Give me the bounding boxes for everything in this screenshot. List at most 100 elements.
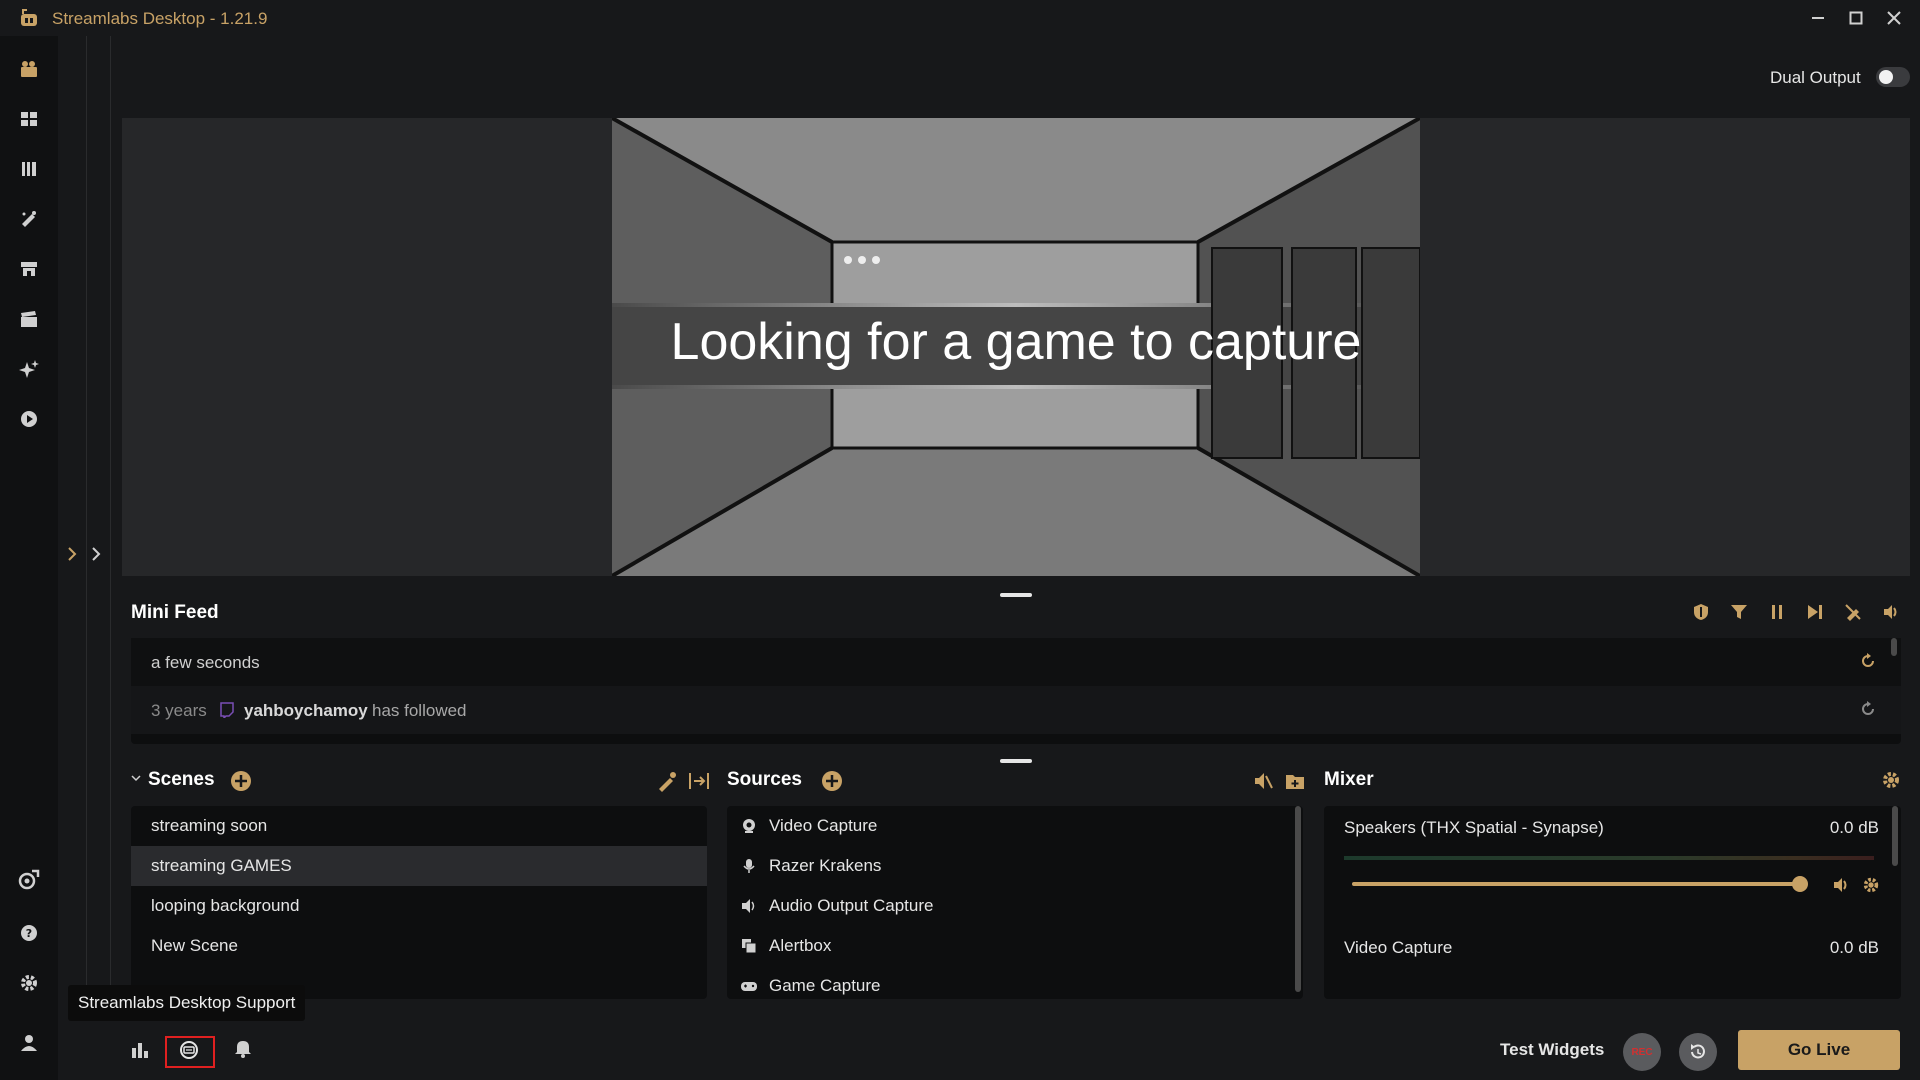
- play-icon[interactable]: [16, 406, 42, 432]
- dual-output-toggle[interactable]: [1876, 67, 1910, 87]
- title-bar: Streamlabs Desktop - 1.21.9: [0, 0, 1920, 36]
- mute-channel-icon[interactable]: [1832, 876, 1850, 894]
- skip-icon[interactable]: [1804, 601, 1826, 623]
- feed-time: 3 years: [151, 701, 207, 720]
- record-button[interactable]: REC: [1623, 1033, 1661, 1071]
- scene-item[interactable]: looping background: [131, 886, 707, 926]
- alertbox-icon: [739, 938, 759, 954]
- scenes-title: Scenes: [148, 769, 215, 790]
- filter-icon[interactable]: [1728, 601, 1750, 623]
- mute-sources-icon[interactable]: [1252, 770, 1274, 792]
- resize-handle[interactable]: [1000, 593, 1032, 597]
- microphone-icon: [739, 858, 759, 874]
- layout-editor-icon[interactable]: [16, 106, 42, 132]
- source-item[interactable]: Game Capture: [727, 966, 1303, 999]
- replay-alert-icon[interactable]: [1859, 652, 1877, 670]
- mixer-channel-db: 0.0 dB: [1829, 818, 1879, 837]
- streamlabs-logo-icon: [18, 8, 40, 28]
- mixer-title: Mixer: [1324, 769, 1374, 790]
- settings-icon[interactable]: [16, 970, 42, 996]
- store-icon[interactable]: [16, 256, 42, 282]
- twitch-icon: [219, 702, 235, 718]
- add-folder-icon[interactable]: [1284, 770, 1306, 792]
- editor-icon[interactable]: [16, 56, 42, 82]
- left-navigation: ?: [0, 36, 58, 1080]
- scrollbar[interactable]: [1891, 638, 1897, 656]
- scene-item[interactable]: New Scene: [131, 926, 707, 966]
- volume-meter: [1344, 856, 1874, 860]
- scene-label: looping background: [151, 896, 300, 915]
- feed-username: yahboychamoy: [244, 701, 368, 720]
- scrollbar[interactable]: [1892, 806, 1898, 866]
- mixer-channel-name: Video Capture: [1344, 938, 1453, 957]
- scene-label: streaming soon: [151, 816, 268, 835]
- mute-alert-icon[interactable]: [1842, 601, 1864, 623]
- source-label: Razer Krakens: [769, 856, 882, 875]
- stats-icon[interactable]: [130, 1040, 150, 1060]
- gamepad-icon: [739, 979, 759, 993]
- speaker-icon: [739, 898, 759, 914]
- dual-output-label: Dual Output: [1770, 68, 1861, 87]
- feed-action: has followed: [372, 701, 467, 720]
- scene-label: New Scene: [151, 936, 238, 955]
- volume-slider-track[interactable]: [1352, 882, 1800, 886]
- source-label: Game Capture: [769, 976, 881, 995]
- list-item[interactable]: a few seconds: [131, 638, 1901, 686]
- nav-divider: [86, 36, 87, 1016]
- source-item[interactable]: Alertbox: [727, 926, 1303, 966]
- scene-label: streaming GAMES: [151, 856, 292, 875]
- minimize-button[interactable]: [1800, 4, 1836, 32]
- webcam-icon: [739, 818, 759, 834]
- mixer-channel-name: Speakers (THX Spatial - Synapse): [1344, 818, 1604, 837]
- scene-transitions-icon[interactable]: [656, 770, 678, 792]
- minifeed-list: a few seconds 3 years yahboychamoy has f…: [131, 638, 1901, 744]
- window-title: Streamlabs Desktop - 1.21.9: [52, 9, 268, 28]
- maximize-button[interactable]: [1838, 4, 1874, 32]
- mixer-settings-icon[interactable]: [1881, 770, 1901, 790]
- themes-icon[interactable]: [16, 206, 42, 232]
- close-button[interactable]: [1876, 4, 1912, 32]
- collapse-scenes-icon[interactable]: [130, 772, 142, 784]
- go-live-button[interactable]: Go Live: [1738, 1030, 1900, 1070]
- replay-buffer-button[interactable]: [1679, 1033, 1717, 1071]
- add-scene-button[interactable]: [230, 770, 252, 792]
- highlighter-icon[interactable]: [16, 306, 42, 332]
- shield-icon[interactable]: [1690, 601, 1712, 623]
- notifications-bell-icon[interactable]: [233, 1038, 253, 1058]
- source-label: Alertbox: [769, 936, 832, 955]
- user-icon[interactable]: [16, 1030, 42, 1056]
- minifeed-title: Mini Feed: [131, 602, 219, 623]
- replay-alert-icon[interactable]: [1859, 700, 1877, 718]
- channel-settings-icon[interactable]: [1862, 876, 1880, 894]
- nav-divider: [110, 36, 111, 1016]
- resize-handle[interactable]: [1000, 759, 1032, 763]
- sources-title: Sources: [727, 769, 802, 790]
- feed-time: a few seconds: [151, 653, 260, 672]
- scene-item[interactable]: streaming soon: [131, 806, 707, 846]
- volume-slider-knob[interactable]: [1792, 876, 1808, 892]
- test-widgets-button[interactable]: Test Widgets: [1500, 1040, 1604, 1060]
- list-item[interactable]: 3 years yahboychamoy has followed: [131, 686, 1901, 734]
- source-item[interactable]: Video Capture: [727, 806, 1303, 846]
- selection-highlight: [165, 1036, 215, 1068]
- ai-icon[interactable]: [16, 356, 42, 382]
- scene-item[interactable]: streaming GAMES: [131, 846, 707, 886]
- volume-icon[interactable]: [1880, 601, 1902, 623]
- add-source-button[interactable]: [821, 770, 843, 792]
- minifeed-controls: [1690, 601, 1902, 623]
- source-label: Video Capture: [769, 816, 878, 835]
- help-icon[interactable]: ?: [16, 920, 42, 946]
- expand-nav-button[interactable]: [66, 545, 108, 563]
- collapse-panel-icon[interactable]: [688, 770, 710, 792]
- preview-message: Looking for a game to capture: [670, 313, 1362, 371]
- rec-label: REC: [1631, 1046, 1653, 1058]
- sources-list: Video Capture Razer Krakens Audio Output…: [727, 806, 1303, 999]
- mixer-panel: Speakers (THX Spatial - Synapse) 0.0 dB …: [1324, 806, 1901, 999]
- scrollbar[interactable]: [1295, 806, 1301, 992]
- support-tooltip: Streamlabs Desktop Support: [68, 985, 306, 1021]
- source-item[interactable]: Razer Krakens: [727, 846, 1303, 886]
- pause-icon[interactable]: [1766, 601, 1788, 623]
- source-item[interactable]: Audio Output Capture: [727, 886, 1303, 926]
- library-icon[interactable]: [16, 156, 42, 182]
- ultra-icon[interactable]: [16, 866, 42, 892]
